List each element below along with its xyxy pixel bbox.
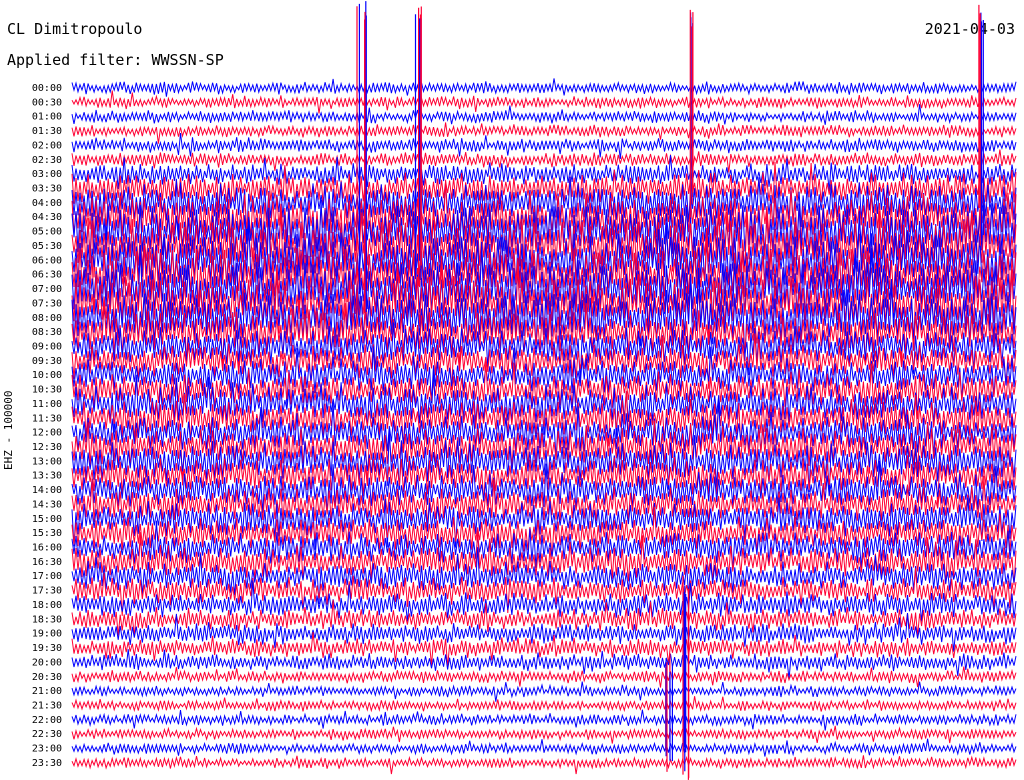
time-tick-label: 05:30 bbox=[32, 241, 62, 252]
time-tick-label: 21:00 bbox=[32, 686, 62, 697]
trace-row bbox=[71, 696, 1017, 713]
time-tick-label: 16:30 bbox=[32, 557, 62, 568]
time-tick-label: 16:00 bbox=[32, 543, 62, 554]
time-tick-label: 20:00 bbox=[32, 657, 62, 668]
time-tick-label: 04:30 bbox=[32, 212, 62, 223]
time-tick-label: 13:30 bbox=[32, 471, 62, 482]
time-tick-label: 02:00 bbox=[32, 140, 62, 151]
event-spike bbox=[978, 4, 984, 246]
time-tick-label: 12:00 bbox=[32, 428, 62, 439]
time-tick-label: 10:30 bbox=[32, 385, 62, 396]
time-tick-label: 20:30 bbox=[32, 672, 62, 683]
time-tick-label: 15:00 bbox=[32, 514, 62, 525]
time-tick-label: 13:00 bbox=[32, 456, 62, 467]
trace-row bbox=[71, 738, 1017, 757]
time-tick-label: 18:00 bbox=[32, 600, 62, 611]
trace-row bbox=[71, 580, 1017, 622]
time-tick-label: 00:00 bbox=[32, 83, 62, 94]
time-tick-label: 23:00 bbox=[32, 744, 62, 755]
time-tick-label: 00:30 bbox=[32, 97, 62, 108]
trace-row bbox=[71, 132, 1017, 159]
trace-row bbox=[71, 681, 1017, 702]
trace-row bbox=[71, 709, 1017, 731]
trace-row bbox=[71, 755, 1017, 775]
time-tick-label: 23:30 bbox=[32, 758, 62, 769]
time-tick-label: 17:30 bbox=[32, 586, 62, 597]
time-tick-label: 11:00 bbox=[32, 399, 62, 410]
time-tick-label: 01:00 bbox=[32, 112, 62, 123]
trace-row bbox=[71, 122, 1017, 144]
time-tick-label: 22:00 bbox=[32, 715, 62, 726]
time-tick-label: 17:00 bbox=[32, 571, 62, 582]
time-tick-label: 07:00 bbox=[32, 284, 62, 295]
time-tick-label: 03:30 bbox=[32, 184, 62, 195]
time-tick-label: 04:00 bbox=[32, 198, 62, 209]
trace-row bbox=[71, 78, 1017, 97]
time-tick-label: 18:30 bbox=[32, 614, 62, 625]
helicorder-plot: 00:00 00:30 01:00 01:30 02:00 02:30 03:00 03:30… bbox=[32, 1, 1017, 780]
time-tick-label: 11:30 bbox=[32, 413, 62, 424]
time-tick-label: 19:30 bbox=[32, 643, 62, 654]
time-tick-label: 21:30 bbox=[32, 700, 62, 711]
time-tick-label: 07:30 bbox=[32, 298, 62, 309]
time-tick-label: 06:30 bbox=[32, 270, 62, 281]
time-tick-label: 22:30 bbox=[32, 729, 62, 740]
event-spike bbox=[665, 653, 674, 772]
time-tick-label: 08:30 bbox=[32, 327, 62, 338]
time-tick-label: 01:30 bbox=[32, 126, 62, 137]
trace-row bbox=[71, 90, 1017, 114]
trace-row bbox=[71, 725, 1017, 744]
time-tick-label: 09:00 bbox=[32, 341, 62, 352]
time-tick-label: 14:30 bbox=[32, 499, 62, 510]
time-tick-label: 10:00 bbox=[32, 370, 62, 381]
time-tick-label: 15:30 bbox=[32, 528, 62, 539]
time-tick-label: 03:00 bbox=[32, 169, 62, 180]
time-tick-label: 08:00 bbox=[32, 313, 62, 324]
trace-row bbox=[71, 666, 1017, 688]
time-tick-label: 02:30 bbox=[32, 155, 62, 166]
time-tick-label: 19:00 bbox=[32, 629, 62, 640]
time-tick-label: 05:00 bbox=[32, 227, 62, 238]
time-tick-label: 14:00 bbox=[32, 485, 62, 496]
trace-row bbox=[71, 149, 1017, 173]
time-tick-label: 12:30 bbox=[32, 442, 62, 453]
time-tick-label: 06:00 bbox=[32, 255, 62, 266]
time-tick-label: 09:30 bbox=[32, 356, 62, 367]
